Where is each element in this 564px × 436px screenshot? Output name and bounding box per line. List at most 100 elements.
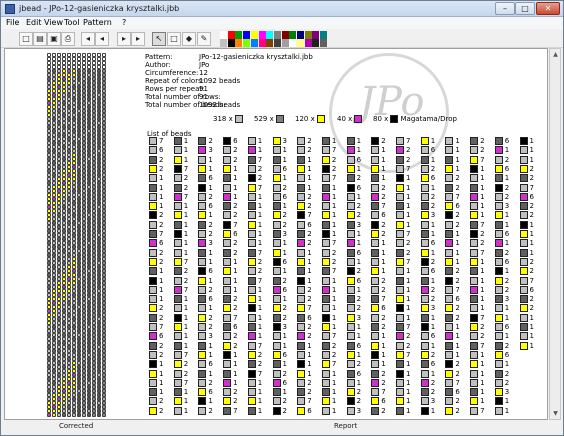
color-swatch xyxy=(354,115,363,123)
open-file-icon[interactable]: ▤ xyxy=(33,32,47,46)
palette-color[interactable] xyxy=(297,31,304,39)
palette-color[interactable] xyxy=(320,39,328,47)
palette-color[interactable] xyxy=(304,39,312,47)
fill-tool-icon[interactable]: ◆ xyxy=(182,32,196,46)
bead-count: 6 xyxy=(208,202,213,211)
palette-color[interactable] xyxy=(227,31,235,39)
draft-bead[interactable] xyxy=(77,413,81,417)
bead-swatch xyxy=(470,192,479,201)
corrected-column[interactable] xyxy=(77,53,106,417)
arrow-prev-icon[interactable]: ◂ xyxy=(95,32,109,46)
new-file-icon[interactable]: □ xyxy=(19,32,33,46)
palette-color[interactable] xyxy=(320,31,328,39)
palette-color[interactable] xyxy=(266,39,274,47)
bead-count: 2 xyxy=(406,155,411,164)
select-tool-icon[interactable]: ↖ xyxy=(152,32,166,46)
palette-color[interactable] xyxy=(243,39,251,47)
palette-color[interactable] xyxy=(250,31,258,39)
print-icon[interactable]: ⎙ xyxy=(61,32,75,46)
palette-color[interactable] xyxy=(304,31,312,39)
bead-swatch xyxy=(321,211,330,220)
color-palette[interactable] xyxy=(220,31,328,47)
draft-bead[interactable] xyxy=(87,413,91,417)
draft-bead[interactable] xyxy=(72,413,76,417)
palette-color[interactable] xyxy=(258,31,266,39)
draft-bead[interactable] xyxy=(62,413,66,417)
bead-swatch xyxy=(247,183,256,192)
bead-swatch xyxy=(173,239,182,248)
vertical-scrollbar[interactable]: ▲ ▼ xyxy=(549,48,561,420)
bead-swatch xyxy=(198,164,207,173)
palette-color[interactable] xyxy=(289,31,297,39)
draft-bead[interactable] xyxy=(57,413,61,417)
palette-color[interactable] xyxy=(312,31,320,39)
draft-bead[interactable] xyxy=(92,413,96,417)
draft-bead[interactable] xyxy=(47,413,51,417)
arrow-next-icon[interactable]: ▸ xyxy=(117,32,131,46)
bead-swatch xyxy=(297,137,306,145)
bead-count: 1 xyxy=(159,174,164,183)
close-button[interactable]: ✕ xyxy=(536,2,560,15)
palette-color[interactable] xyxy=(289,39,297,47)
palette-color[interactable] xyxy=(312,39,320,47)
palette-color[interactable] xyxy=(273,39,281,47)
bead-swatch xyxy=(297,341,306,350)
minimize-button[interactable]: – xyxy=(495,2,515,15)
draft-bead[interactable] xyxy=(102,413,106,417)
menu-help[interactable]: ? xyxy=(122,18,126,27)
bead-swatch xyxy=(247,220,256,229)
bead-swatch xyxy=(198,202,207,211)
menu-pattern[interactable]: Pattern xyxy=(83,18,112,27)
palette-color[interactable] xyxy=(266,31,274,39)
bead-count: 2 xyxy=(381,220,386,229)
palette-color[interactable] xyxy=(273,31,281,39)
palette-color[interactable] xyxy=(258,39,266,47)
pipette-tool-icon[interactable]: ✎ xyxy=(197,32,211,46)
palette-color[interactable] xyxy=(243,31,251,39)
palette-color[interactable] xyxy=(297,39,304,47)
menu-file[interactable]: File xyxy=(6,18,19,27)
bead-swatch xyxy=(494,304,503,313)
palette-color[interactable] xyxy=(220,31,227,39)
menu-view[interactable]: View xyxy=(44,18,63,27)
draft-column[interactable] xyxy=(47,53,76,417)
draft-bead[interactable] xyxy=(67,413,71,417)
draft-bead[interactable] xyxy=(52,413,56,417)
bead-count: 2 xyxy=(504,183,510,192)
palette-color[interactable] xyxy=(235,39,243,47)
arrow-first-icon[interactable]: ◂ xyxy=(81,32,95,46)
bead-count: 1 xyxy=(406,369,411,378)
menu-tool[interactable]: Tool xyxy=(64,18,80,27)
draft-bead[interactable] xyxy=(82,413,86,417)
scroll-up-icon[interactable]: ▲ xyxy=(551,50,560,59)
menu-edit[interactable]: Edit xyxy=(26,18,42,27)
bead-swatch xyxy=(396,267,404,276)
save-file-icon[interactable]: ▣ xyxy=(47,32,61,46)
bead-count: 1 xyxy=(307,369,312,378)
palette-color[interactable] xyxy=(220,39,227,47)
bead-swatch xyxy=(494,332,503,341)
bead-count: 1 xyxy=(480,164,485,173)
palette-color[interactable] xyxy=(281,39,289,47)
rectangle-tool-icon[interactable]: □ xyxy=(167,32,181,46)
bead-count: 2 xyxy=(455,211,460,220)
palette-color[interactable] xyxy=(281,31,289,39)
arrow-last-icon[interactable]: ▸ xyxy=(131,32,145,46)
palette-color[interactable] xyxy=(250,39,258,47)
bead-count: 7 xyxy=(331,267,337,276)
bead-swatch xyxy=(420,350,429,359)
bead-count: 1 xyxy=(159,192,164,201)
maximize-button[interactable]: □ xyxy=(515,2,535,15)
bead-swatch xyxy=(297,267,306,276)
draft-bead[interactable] xyxy=(97,413,101,417)
bead-swatch xyxy=(371,248,380,257)
bead-draft-view[interactable] xyxy=(47,53,106,417)
palette-color[interactable] xyxy=(227,39,235,47)
scroll-down-icon[interactable]: ▼ xyxy=(551,409,560,418)
palette-color[interactable] xyxy=(235,31,243,39)
bead-count: 1 xyxy=(504,267,510,276)
bead-count: 2 xyxy=(504,192,510,201)
bead-count: 1 xyxy=(430,276,436,285)
pattern-canvas[interactable]: JPo Pattern: JPo-12-gasieniczka krysztalk… xyxy=(4,48,548,420)
bead-swatch xyxy=(198,146,207,155)
